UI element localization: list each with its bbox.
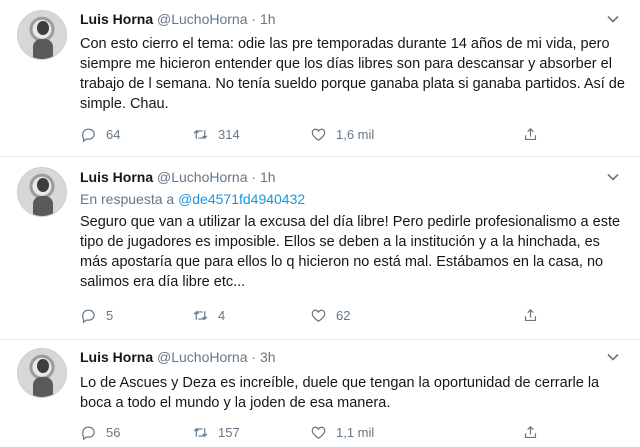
tweet[interactable]: Luis Horna @LuchoHorna · 3h Lo de Ascues… (0, 340, 640, 447)
tweet-actions: 56 157 1,1 mil (80, 422, 550, 442)
retweet-count: 314 (218, 126, 240, 142)
separator-dot: · (251, 349, 257, 365)
tweet-text: Lo de Ascues y Deza es increíble, duele … (80, 375, 600, 411)
author-name[interactable]: Luis Horna (80, 349, 153, 365)
tweet[interactable]: Luis Horna @LuchoHorna · 1h Con esto cie… (0, 0, 640, 157)
share-icon (524, 425, 537, 438)
heart-icon (311, 426, 326, 439)
reply-button[interactable]: 5 (80, 305, 113, 325)
like-button[interactable]: 62 (310, 305, 350, 325)
author-name[interactable]: Luis Horna (80, 169, 153, 185)
share-icon (524, 127, 537, 140)
reply-count: 5 (106, 307, 114, 323)
heart-icon (311, 309, 326, 322)
like-count: 62 (336, 307, 351, 323)
like-count: 1,1 mil (336, 424, 375, 440)
tweet-header: Luis Horna @LuchoHorna · 1h (80, 11, 276, 27)
reply-button[interactable]: 64 (80, 124, 120, 144)
retweet-count: 157 (218, 424, 240, 440)
share-button[interactable] (522, 422, 548, 442)
tweet-actions: 64 314 1,6 mil (80, 124, 550, 144)
reply-count: 64 (106, 126, 121, 142)
avatar[interactable] (17, 167, 67, 217)
chevron-down-icon[interactable] (606, 170, 620, 184)
tweet[interactable]: Luis Horna @LuchoHorna · 1h En respuesta… (0, 157, 640, 340)
avatar[interactable] (17, 348, 67, 398)
heart-icon (311, 128, 326, 141)
author-name[interactable]: Luis Horna (80, 11, 153, 27)
avatar[interactable] (17, 10, 67, 60)
chevron-down-icon[interactable] (606, 12, 620, 26)
comment-icon (82, 426, 95, 440)
share-button[interactable] (522, 124, 548, 144)
timestamp[interactable]: 3h (260, 349, 276, 365)
like-count: 1,6 mil (336, 126, 375, 142)
reply-context-label: En respuesta a (80, 191, 179, 207)
retweet-button[interactable]: 314 (192, 124, 240, 144)
tweet-text: Seguro que van a utilizar la excusa del … (80, 214, 621, 290)
comment-icon (82, 309, 95, 323)
separator-dot: · (251, 169, 257, 185)
timestamp[interactable]: 1h (260, 11, 276, 27)
share-button[interactable] (522, 305, 548, 325)
reply-context: En respuesta a @de4571fd4940432 (80, 191, 305, 207)
comment-icon (82, 128, 95, 142)
retweet-count: 4 (218, 307, 226, 323)
retweet-button[interactable]: 157 (192, 422, 240, 442)
tweet-header: Luis Horna @LuchoHorna · 3h (80, 349, 276, 365)
author-handle[interactable]: @LuchoHorna (157, 11, 248, 27)
author-handle[interactable]: @LuchoHorna (157, 349, 248, 365)
retweet-icon (193, 129, 208, 139)
reply-button[interactable]: 56 (80, 422, 120, 442)
retweet-button[interactable]: 4 (192, 305, 225, 325)
chevron-down-icon[interactable] (606, 350, 620, 364)
like-button[interactable]: 1,6 mil (310, 124, 374, 144)
like-button[interactable]: 1,1 mil (310, 422, 374, 442)
separator-dot: · (251, 11, 257, 27)
author-handle[interactable]: @LuchoHorna (157, 169, 248, 185)
timestamp[interactable]: 1h (260, 169, 276, 185)
reply-count: 56 (106, 424, 121, 440)
tweet-header: Luis Horna @LuchoHorna · 1h (80, 169, 276, 185)
share-icon (524, 308, 537, 321)
tweet-actions: 5 4 62 (80, 305, 550, 325)
reply-mention-link[interactable]: @de4571fd4940432 (178, 191, 305, 207)
tweet-text: Con esto cierro el tema: odie las pre te… (80, 36, 625, 112)
retweet-icon (193, 427, 208, 437)
retweet-icon (193, 310, 208, 320)
